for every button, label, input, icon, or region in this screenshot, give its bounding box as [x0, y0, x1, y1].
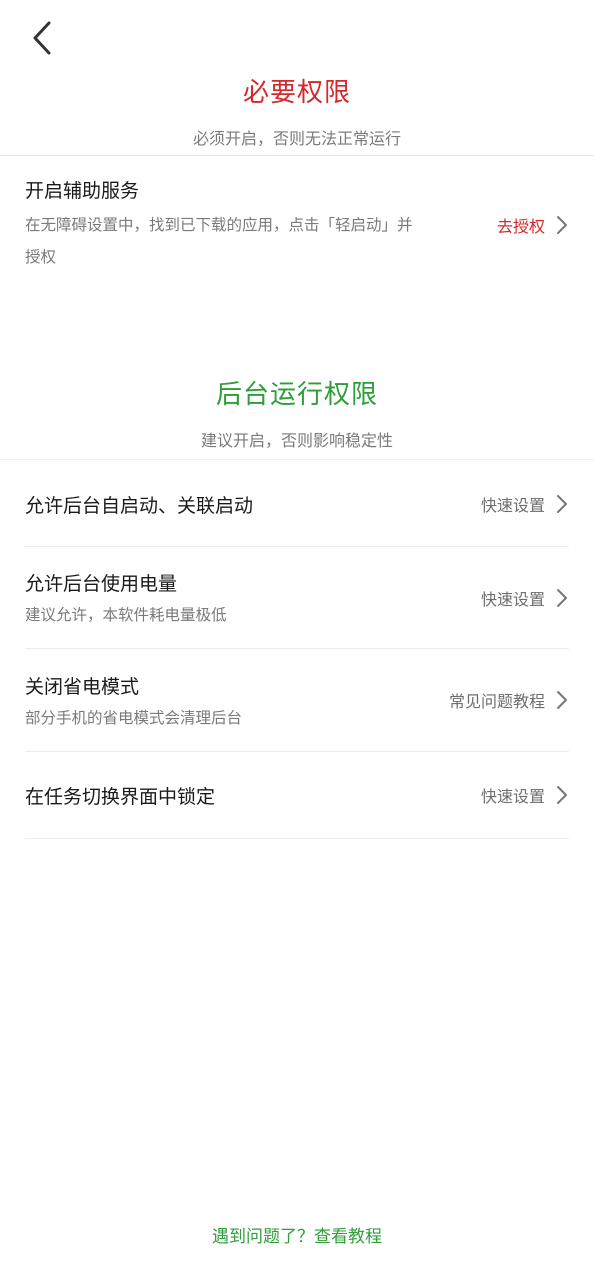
row-title: 开启辅助服务	[25, 180, 140, 202]
row-title: 允许后台自启动、关联启动	[25, 494, 254, 517]
divider	[0, 459, 594, 460]
chevron-right-icon	[557, 588, 567, 607]
permission-row-autostart[interactable]: 允许后台自启动、关联启动 快速设置	[25, 462, 569, 546]
section-subtitle: 必须开启，否则无法正常运行	[192, 129, 401, 148]
quick-settings-button[interactable]: 快速设置	[481, 783, 545, 807]
row-description: 在无障碍设置中，找到已下载的应用，点击「轻启动」并 授权	[25, 216, 413, 266]
grant-button[interactable]: 去授权	[497, 213, 545, 237]
section-subtitle: 建议开启，否则影响稳定性	[200, 431, 393, 450]
section-title: 必要权限	[242, 78, 351, 108]
permission-row-lock-task[interactable]: 在任务切换界面中锁定 快速设置	[25, 752, 569, 838]
faq-tutorial-button[interactable]: 常见问题教程	[449, 688, 545, 712]
back-button[interactable]	[22, 18, 62, 58]
background-section-header: 后台运行权限 建议开启，否则影响稳定性	[0, 374, 594, 451]
help-tutorial-link[interactable]: 遇到问题了？查看教程	[0, 1222, 594, 1247]
divider	[25, 838, 569, 839]
quick-settings-button[interactable]: 快速设置	[481, 586, 545, 610]
chevron-right-icon	[557, 786, 567, 804]
section-title: 后台运行权限	[215, 380, 378, 410]
chevron-right-icon	[557, 216, 567, 234]
divider	[0, 155, 594, 156]
permission-row-battery[interactable]: 允许后台使用电量 建议允许，本软件耗电量极低 快速设置	[25, 547, 569, 648]
permission-row-accessibility[interactable]: 开启辅助服务 在无障碍设置中，找到已下载的应用，点击「轻启动」并 授权 去授权	[25, 176, 569, 276]
row-description: 部分手机的省电模式会清理后台	[25, 708, 243, 727]
permissions-page: 必要权限 必须开启，否则无法正常运行 开启辅助服务 在无障碍设置中，找到已下载的…	[0, 0, 594, 1280]
chevron-right-icon	[557, 691, 567, 709]
row-title: 关闭省电模式	[25, 675, 140, 698]
permission-row-power-saving[interactable]: 关闭省电模式 部分手机的省电模式会清理后台 常见问题教程	[25, 649, 569, 751]
required-section-header: 必要权限 必须开启，否则无法正常运行	[0, 72, 594, 149]
row-title: 允许后台使用电量	[25, 573, 178, 595]
row-title: 在任务切换界面中锁定	[25, 785, 216, 808]
chevron-right-icon	[557, 495, 567, 513]
chevron-left-icon	[33, 21, 51, 55]
quick-settings-button[interactable]: 快速设置	[481, 492, 545, 516]
row-description: 建议允许，本软件耗电量极低	[25, 606, 227, 624]
